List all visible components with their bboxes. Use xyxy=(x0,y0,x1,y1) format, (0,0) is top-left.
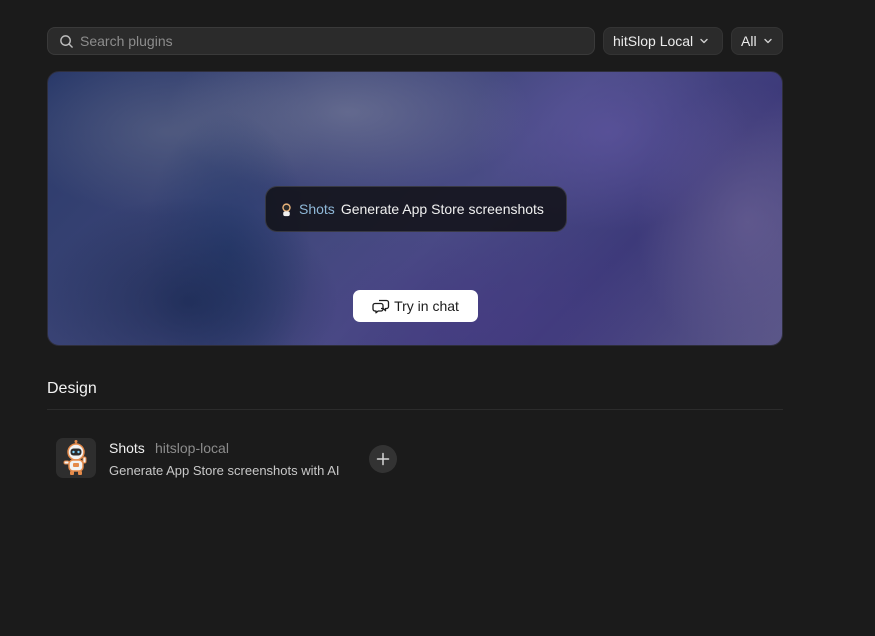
plugin-source: hitslop-local xyxy=(155,440,229,456)
featured-plugin-name: Shots xyxy=(299,201,335,217)
astronaut-avatar-icon xyxy=(63,440,87,475)
section-title: Design xyxy=(47,380,97,397)
plugin-avatar xyxy=(56,438,96,478)
source-dropdown-label: hitSlop Local xyxy=(613,33,694,49)
featured-plugin-description: Generate App Store screenshots xyxy=(340,201,544,217)
category-dropdown[interactable]: All xyxy=(731,27,783,55)
search-field[interactable] xyxy=(47,27,595,55)
chevron-down-icon xyxy=(700,38,708,44)
try-in-chat-button[interactable]: Try in chat xyxy=(353,290,478,322)
try-in-chat-label: Try in chat xyxy=(394,298,459,314)
chat-bubbles-icon xyxy=(372,299,390,314)
astronaut-avatar-icon xyxy=(282,202,291,216)
toolbar: hitSlop Local All xyxy=(47,27,783,55)
plugin-name: Shots xyxy=(109,440,145,456)
plugin-list-item[interactable]: Shots hitslop-local Generate App Store s… xyxy=(47,430,407,486)
plugin-description: Generate App Store screenshots with AI xyxy=(109,463,340,478)
source-dropdown[interactable]: hitSlop Local xyxy=(603,27,723,55)
category-dropdown-label: All xyxy=(741,33,757,49)
add-plugin-button[interactable] xyxy=(369,445,397,473)
plugins-page: hitSlop Local All Shots Generate App Sto… xyxy=(0,0,875,636)
search-icon xyxy=(60,34,73,48)
featured-plugin-pill: Shots Generate App Store screenshots xyxy=(265,186,567,232)
chevron-down-icon xyxy=(763,38,772,44)
featured-plugin-banner: Shots Generate App Store screenshots Try… xyxy=(47,71,783,346)
section-divider xyxy=(47,409,783,410)
search-input[interactable] xyxy=(80,33,560,49)
plus-icon xyxy=(376,452,390,466)
